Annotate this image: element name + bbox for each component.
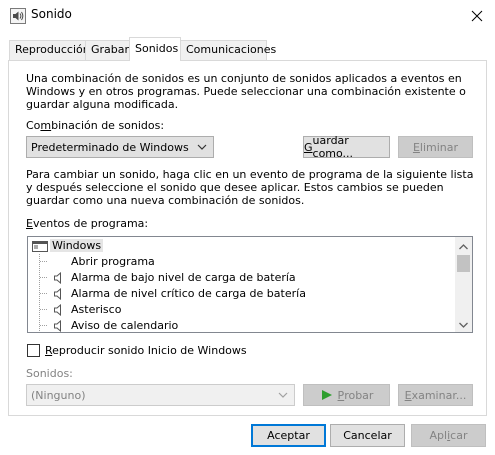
test-button[interactable]: Probar [303,384,390,406]
speaker-icon [54,288,61,300]
change-text-line-1: Para cambiar un sonido, haga clic en un … [26,168,474,181]
tab-comunicaciones[interactable]: Comunicaciones [180,40,276,60]
close-button[interactable] [460,1,494,31]
list-item[interactable]: Asterisco [28,302,456,318]
play-startup-sound-checkbox[interactable] [27,344,40,357]
play-icon [321,390,332,400]
sounds-selected-value: (Ninguno) [31,388,86,402]
tab-grabar[interactable]: Grabar [85,40,130,60]
intro-text-line-3: guardar alguna modificada. [26,98,179,111]
intro-text-line-2: Windows y en otros programas. Puede sele… [26,85,466,98]
chevron-down-icon [197,144,207,150]
program-events-label: Eventos de programa: [26,217,149,230]
apply-button[interactable]: Apl i car [411,424,486,447]
list-item[interactable]: Abrir programa [28,254,456,270]
title-bar [0,0,495,32]
chevron-down-icon [278,392,288,398]
speaker-icon [54,304,61,316]
window-title: Sonido [31,7,72,21]
sounds-dropdown[interactable]: (Ninguno) [26,384,295,406]
speaker-icon [9,7,27,25]
scroll-up-icon[interactable] [458,241,469,254]
intro-text-line-1: Una combinación de sonidos es un conjunt… [26,72,462,85]
scroll-thumb[interactable] [457,255,470,272]
change-text-line-2: y después seleccione el sonido que desee… [26,181,444,194]
close-icon [471,10,483,22]
speaker-icon [54,320,61,332]
play-startup-sound-label: Reproducir sonido Inicio de Windows [45,344,247,357]
list-item[interactable]: Alarma de bajo nivel de carga de batería [28,270,456,286]
browse-button[interactable]: Examinar... [398,384,473,406]
scheme-dropdown[interactable]: Predeterminado de Windows [26,136,214,158]
list-item[interactable]: Alarma de nivel crítico de carga de bate… [28,286,456,302]
scroll-down-icon[interactable] [458,319,469,332]
cancel-button[interactable]: Cancelar [330,424,405,447]
tab-reproduccion[interactable]: Reproducción [9,40,90,60]
list-item[interactable]: Aviso de calendario [28,318,456,332]
change-text-line-3: guardar como una nueva combinación de so… [26,194,305,207]
scheme-selected-value: Predeterminado de Windows [31,140,189,154]
list-item[interactable]: Windows [28,238,456,254]
delete-button[interactable]: Eliminar [398,136,473,158]
save-as-button[interactable]: Guardar como... [303,134,390,160]
tab-sonidos[interactable]: Sonidos [129,37,181,61]
ok-button[interactable]: Aceptar [251,424,326,447]
sounds-label: Sonidos: [26,367,73,380]
program-events-list[interactable]: Windows Abrir programa Alarma de bajo ni… [27,236,473,333]
speaker-icon [54,272,61,284]
scheme-label: Combinación de sonidos: [26,119,165,132]
